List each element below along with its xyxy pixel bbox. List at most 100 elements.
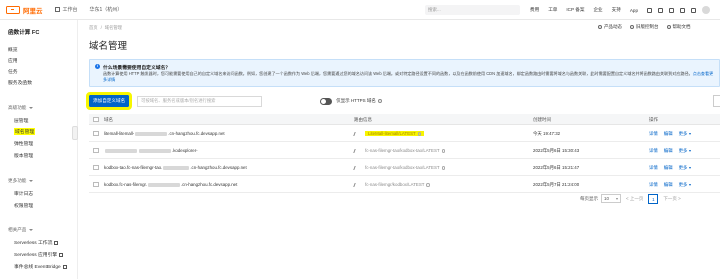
created-cell: 2022年5月6日 15:21:47 bbox=[533, 165, 580, 170]
copy-icon[interactable] bbox=[441, 166, 446, 170]
sidebar-item-audit[interactable]: 审计日志 bbox=[14, 190, 33, 197]
details-link[interactable]: 详情 bbox=[649, 148, 658, 153]
sidebar-group-related[interactable]: 相关产品 bbox=[8, 227, 34, 233]
cart-icon[interactable] bbox=[669, 7, 675, 13]
top-link-icp[interactable]: ICP 备案 bbox=[566, 7, 584, 13]
prev-page-button[interactable]: < 上一页 bbox=[626, 196, 643, 202]
details-link[interactable]: 详情 bbox=[649, 182, 658, 187]
legacy-console-link[interactable]: 旧版控制台 bbox=[630, 24, 659, 30]
aliyun-logo-icon bbox=[6, 5, 20, 14]
route-link[interactable]: LiteMall-litemall/LATEST bbox=[365, 131, 425, 136]
actions-cell: 详情 编辑 更多 bbox=[649, 142, 697, 159]
top-link-fees[interactable]: 费用 bbox=[530, 7, 539, 13]
sidebar-collapse-button[interactable] bbox=[72, 126, 78, 140]
global-search-input[interactable]: 搜索... bbox=[425, 5, 520, 15]
details-link[interactable]: 详情 bbox=[649, 165, 658, 170]
home-icon bbox=[54, 7, 60, 12]
path-icon bbox=[353, 165, 358, 170]
brand-name: 阿里云 bbox=[23, 7, 43, 15]
edit-link[interactable]: 编辑 bbox=[664, 131, 673, 136]
redacted-text bbox=[163, 166, 190, 170]
copy-icon[interactable] bbox=[417, 132, 422, 136]
route-text: fc-nas-filemgr-tao/kodbox-tao/LATEST bbox=[365, 165, 440, 170]
top-link-tickets[interactable]: 工单 bbox=[548, 7, 557, 13]
external-link-icon bbox=[62, 264, 67, 269]
product-news-link[interactable]: 产品动态 bbox=[598, 24, 622, 30]
top-link-enterprise[interactable]: 企业 bbox=[593, 7, 602, 13]
sidebar-item-workflow[interactable]: Serverless 工作流 bbox=[14, 239, 59, 246]
row-checkbox[interactable] bbox=[93, 130, 99, 136]
more-dropdown[interactable]: 更多 bbox=[679, 131, 691, 136]
next-page-button[interactable]: 下一页 > bbox=[663, 196, 680, 202]
route-cell: LiteMall-litemall/LATEST bbox=[353, 125, 425, 142]
chevron-down-icon bbox=[29, 180, 34, 182]
https-only-toggle[interactable] bbox=[320, 97, 333, 105]
sidebar-item-domains[interactable]: 域名管理 bbox=[14, 128, 36, 135]
avatar[interactable] bbox=[702, 6, 711, 14]
cloud-shell-icon[interactable] bbox=[647, 7, 653, 13]
more-dropdown[interactable]: 更多 bbox=[679, 165, 691, 170]
help-docs-link[interactable]: 帮助文档 bbox=[666, 24, 691, 30]
sidebar-item-versions[interactable]: 版本管理 bbox=[14, 152, 33, 159]
region-selector[interactable]: 华东1（杭州） bbox=[90, 6, 123, 13]
refresh-button[interactable] bbox=[713, 95, 720, 107]
chevron-down-icon bbox=[29, 229, 34, 231]
select-all-checkbox[interactable] bbox=[93, 116, 99, 123]
table-row: kodbox-tao.fc-nas-filemgr-tao. .cn-hangzh… bbox=[89, 159, 720, 176]
domain-filter-input[interactable]: 可按域名、服务名或版本/别名进行搜索 bbox=[137, 95, 263, 107]
console-icon bbox=[630, 24, 634, 29]
domain-cell[interactable]: kodbox.fc-nas-filemgr. .cn-hangzhou.fc.de… bbox=[104, 176, 237, 193]
notification-bell-icon[interactable] bbox=[658, 7, 664, 13]
sidebar-item-overview[interactable]: 概览 bbox=[8, 46, 18, 53]
copy-icon[interactable] bbox=[441, 149, 446, 153]
info-icon: i bbox=[95, 64, 100, 69]
copy-icon[interactable] bbox=[426, 183, 430, 187]
domain-cell[interactable]: litemall-litemall- .cn-hangzhou.fc.devsap… bbox=[104, 125, 225, 142]
sidebar-item-permissions[interactable]: 权限管理 bbox=[14, 202, 33, 209]
aliyun-logo[interactable]: 阿里云 bbox=[6, 5, 43, 15]
page-number-current[interactable]: 1 bbox=[648, 193, 659, 204]
help-icon[interactable] bbox=[377, 98, 382, 103]
sidebar-item-tasks[interactable]: 任务 bbox=[8, 68, 18, 75]
sidebar-group-advanced[interactable]: 高级功能 bbox=[8, 105, 34, 111]
legacy-console-label: 旧版控制台 bbox=[636, 24, 659, 29]
page-size-select[interactable]: 10 bbox=[601, 194, 621, 203]
more-dropdown[interactable]: 更多 bbox=[679, 182, 691, 187]
sidebar-item-sae[interactable]: Serverless 应用引擎 bbox=[14, 251, 64, 258]
path-icon bbox=[353, 148, 358, 153]
domain-suffix: .cn-hangzhou.fc.devsapp.net bbox=[168, 131, 225, 136]
sidebar-group-more[interactable]: 更多功能 bbox=[8, 178, 34, 184]
top-link-app[interactable]: App bbox=[630, 8, 638, 13]
sidebar-item-services[interactable]: 服务及函数 bbox=[8, 79, 32, 86]
domain-cell[interactable]: .kodexplorer- bbox=[104, 142, 198, 159]
doc-icon bbox=[666, 24, 671, 29]
row-checkbox[interactable] bbox=[93, 164, 99, 170]
redacted-text bbox=[147, 183, 180, 187]
top-link-support[interactable]: 支持 bbox=[612, 7, 621, 13]
route-link[interactable]: fc-nas-filemgr-tao/kodbox-tao/LATEST bbox=[365, 165, 446, 170]
breadcrumb-home[interactable]: 首页 bbox=[89, 25, 98, 30]
domain-cell[interactable]: kodbox-tao.fc-nas-filemgr-tao. .cn-hangzh… bbox=[104, 159, 247, 176]
add-custom-domain-button[interactable]: 添加自定义域名 bbox=[85, 92, 133, 110]
sidebar-item-elastic[interactable]: 弹性管理 bbox=[14, 140, 33, 147]
edit-link[interactable]: 编辑 bbox=[664, 182, 673, 187]
edit-link[interactable]: 编辑 bbox=[664, 148, 673, 153]
help-icon[interactable] bbox=[680, 7, 686, 13]
details-link[interactable]: 详情 bbox=[649, 131, 658, 136]
sidebar-item-label: Serverless 工作流 bbox=[14, 241, 53, 246]
row-checkbox[interactable] bbox=[93, 181, 99, 187]
route-link[interactable]: fc-nas-filemgr-tao/kodbox-tao/LATEST bbox=[365, 148, 446, 153]
sidebar-item-eventbridge[interactable]: 事件总线 EventBridge bbox=[14, 263, 67, 270]
table-row: kodbox.fc-nas-filemgr. .cn-hangzhou.fc.de… bbox=[89, 176, 720, 193]
external-link-icon bbox=[54, 240, 59, 245]
workspace-link[interactable]: 工作台 bbox=[54, 6, 78, 13]
sidebar-item-layers[interactable]: 层管理 bbox=[14, 117, 28, 124]
row-checkbox[interactable] bbox=[93, 147, 99, 153]
route-link[interactable]: fc-nas-filemgr/kodbox/LATEST bbox=[365, 182, 430, 187]
sidebar-item-label: 事件总线 EventBridge bbox=[14, 265, 61, 270]
more-dropdown[interactable]: 更多 bbox=[679, 148, 691, 153]
sidebar-item-apps[interactable]: 应用 bbox=[8, 57, 18, 64]
redacted-text bbox=[135, 132, 168, 136]
edit-link[interactable]: 编辑 bbox=[664, 165, 673, 170]
language-icon[interactable] bbox=[691, 7, 697, 13]
